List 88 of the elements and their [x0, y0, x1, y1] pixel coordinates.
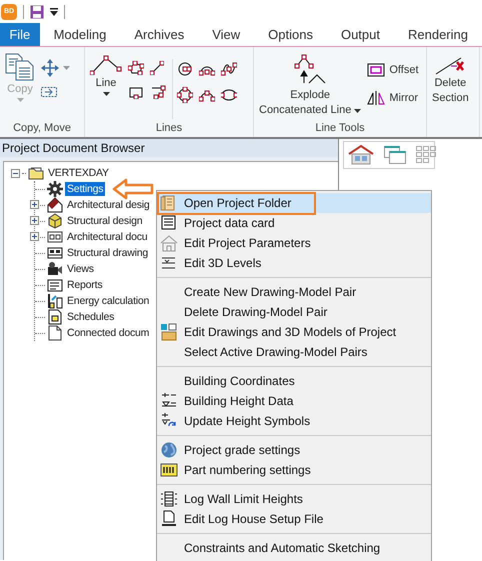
list-icon [160, 214, 178, 232]
caret-icon [16, 98, 24, 102]
expand-button[interactable] [30, 232, 39, 241]
tree-item[interactable]: VERTEXDAY [46, 166, 111, 180]
tree-item[interactable]: Views [65, 262, 96, 276]
menu-item[interactable]: Log Wall Limit Heights [157, 489, 431, 509]
move-icon[interactable] [41, 59, 59, 77]
document-icon [47, 325, 63, 341]
copy-icon [5, 53, 35, 81]
windows-icon[interactable] [384, 146, 406, 164]
delete-section-icon [435, 57, 466, 75]
menu-item[interactable]: Edit Drawings and 3D Models of Project [157, 322, 431, 342]
tree-item[interactable]: Energy calculation [65, 294, 152, 308]
curve-icon[interactable] [221, 61, 237, 77]
group-label: Copy, Move [12, 122, 72, 136]
group-label: Line Tools [314, 122, 366, 136]
house-outline-icon [160, 234, 178, 252]
circle-icon[interactable] [177, 87, 193, 103]
expand-button[interactable] [30, 216, 39, 225]
drawing-sheet-icon [47, 245, 63, 261]
customize-icon[interactable] [50, 8, 58, 16]
ribbon-tab[interactable]: Options [254, 23, 327, 46]
tree-item[interactable]: Architectural docu [65, 230, 150, 244]
menu-item[interactable]: Edit Project Parameters [157, 233, 431, 253]
report-icon [47, 277, 63, 293]
line-button[interactable]: Line [88, 53, 124, 96]
mirror-button[interactable]: Mirror [367, 91, 419, 105]
menu-item[interactable]: Open Project Folder [157, 193, 431, 213]
segment-icon[interactable] [150, 61, 164, 75]
ribbon-tab[interactable]: Output [326, 23, 394, 46]
gear-icon [47, 181, 63, 197]
ribbon-tab[interactable]: File [0, 23, 40, 46]
menu-item[interactable]: Part numbering settings [157, 460, 431, 480]
house-icon [47, 197, 63, 213]
polyline-icon [90, 53, 122, 75]
menu-item[interactable]: Constraints and Automatic Sketching [157, 538, 431, 558]
tree-item[interactable]: Settings [65, 182, 106, 196]
menu-item[interactable]: Building Coordinates [157, 371, 431, 391]
tree-item[interactable]: Architectural desig [65, 198, 152, 212]
menu-item[interactable]: Building Height Data [157, 391, 431, 411]
folder-icon [28, 165, 44, 181]
panel-title: Project Document Browser [0, 139, 338, 157]
mirror-icon [367, 91, 386, 105]
fillet-icon[interactable] [150, 85, 166, 99]
menu-item[interactable]: Project data card [157, 213, 431, 233]
move-to-icon[interactable] [41, 87, 57, 97]
circle-icon[interactable] [177, 61, 193, 77]
ellipse-icon[interactable] [221, 87, 237, 103]
camera-icon [47, 261, 63, 277]
cube-icon [47, 213, 63, 229]
schedule-icon [47, 309, 63, 325]
caret-icon[interactable] [354, 108, 362, 112]
menu-item[interactable]: Select Active Drawing-Model Pairs [157, 342, 431, 362]
document-icon [160, 510, 178, 528]
tree-item[interactable]: Schedules [65, 310, 116, 324]
globe-icon [160, 441, 178, 459]
menu-item[interactable]: Project grade settings [157, 440, 431, 460]
group-label: Lines [154, 122, 184, 136]
caret-icon[interactable] [102, 92, 110, 96]
menu-item[interactable]: Edit Log House Setup File [157, 509, 431, 529]
floor-plan-icon [47, 229, 63, 245]
menu-item[interactable]: Create New Drawing-Model Pair [157, 282, 431, 302]
polygon-icon[interactable] [128, 61, 144, 75]
ribbon-tab[interactable]: Modeling [40, 23, 120, 46]
annotation-arrow [112, 178, 154, 200]
tree-item[interactable]: Structural drawing [65, 246, 150, 260]
delete-section-button[interactable]: Delete Section [430, 53, 471, 105]
rectangle-icon[interactable] [128, 85, 144, 99]
save-icon[interactable] [30, 4, 44, 18]
offset-icon [367, 63, 386, 77]
log-wall-icon [160, 490, 178, 508]
menu-item[interactable]: Update Height Symbols [157, 411, 431, 431]
energy-chart-icon [47, 293, 63, 309]
tree-item[interactable]: Reports [65, 278, 104, 292]
tree-item[interactable]: Structural design [65, 214, 144, 228]
offset-button[interactable]: Offset [367, 63, 419, 77]
ribbon-tab[interactable]: Archives [120, 23, 198, 46]
folder-sheets-icon [160, 323, 178, 341]
menu-item[interactable]: Edit 3D Levels [157, 253, 431, 273]
ribbon-tab[interactable]: View [198, 23, 254, 46]
menu-item[interactable]: Delete Drawing-Model Pair [157, 302, 431, 322]
house-icon[interactable] [348, 145, 374, 165]
numbering-icon [160, 461, 178, 479]
collapse-button[interactable] [11, 168, 20, 178]
explode-line-button[interactable]: Explode Concatenated Line [257, 53, 364, 117]
tree-item[interactable]: Connected docum [65, 326, 152, 340]
ribbon-tab[interactable]: Rendering [394, 23, 482, 46]
expand-button[interactable] [30, 200, 39, 209]
